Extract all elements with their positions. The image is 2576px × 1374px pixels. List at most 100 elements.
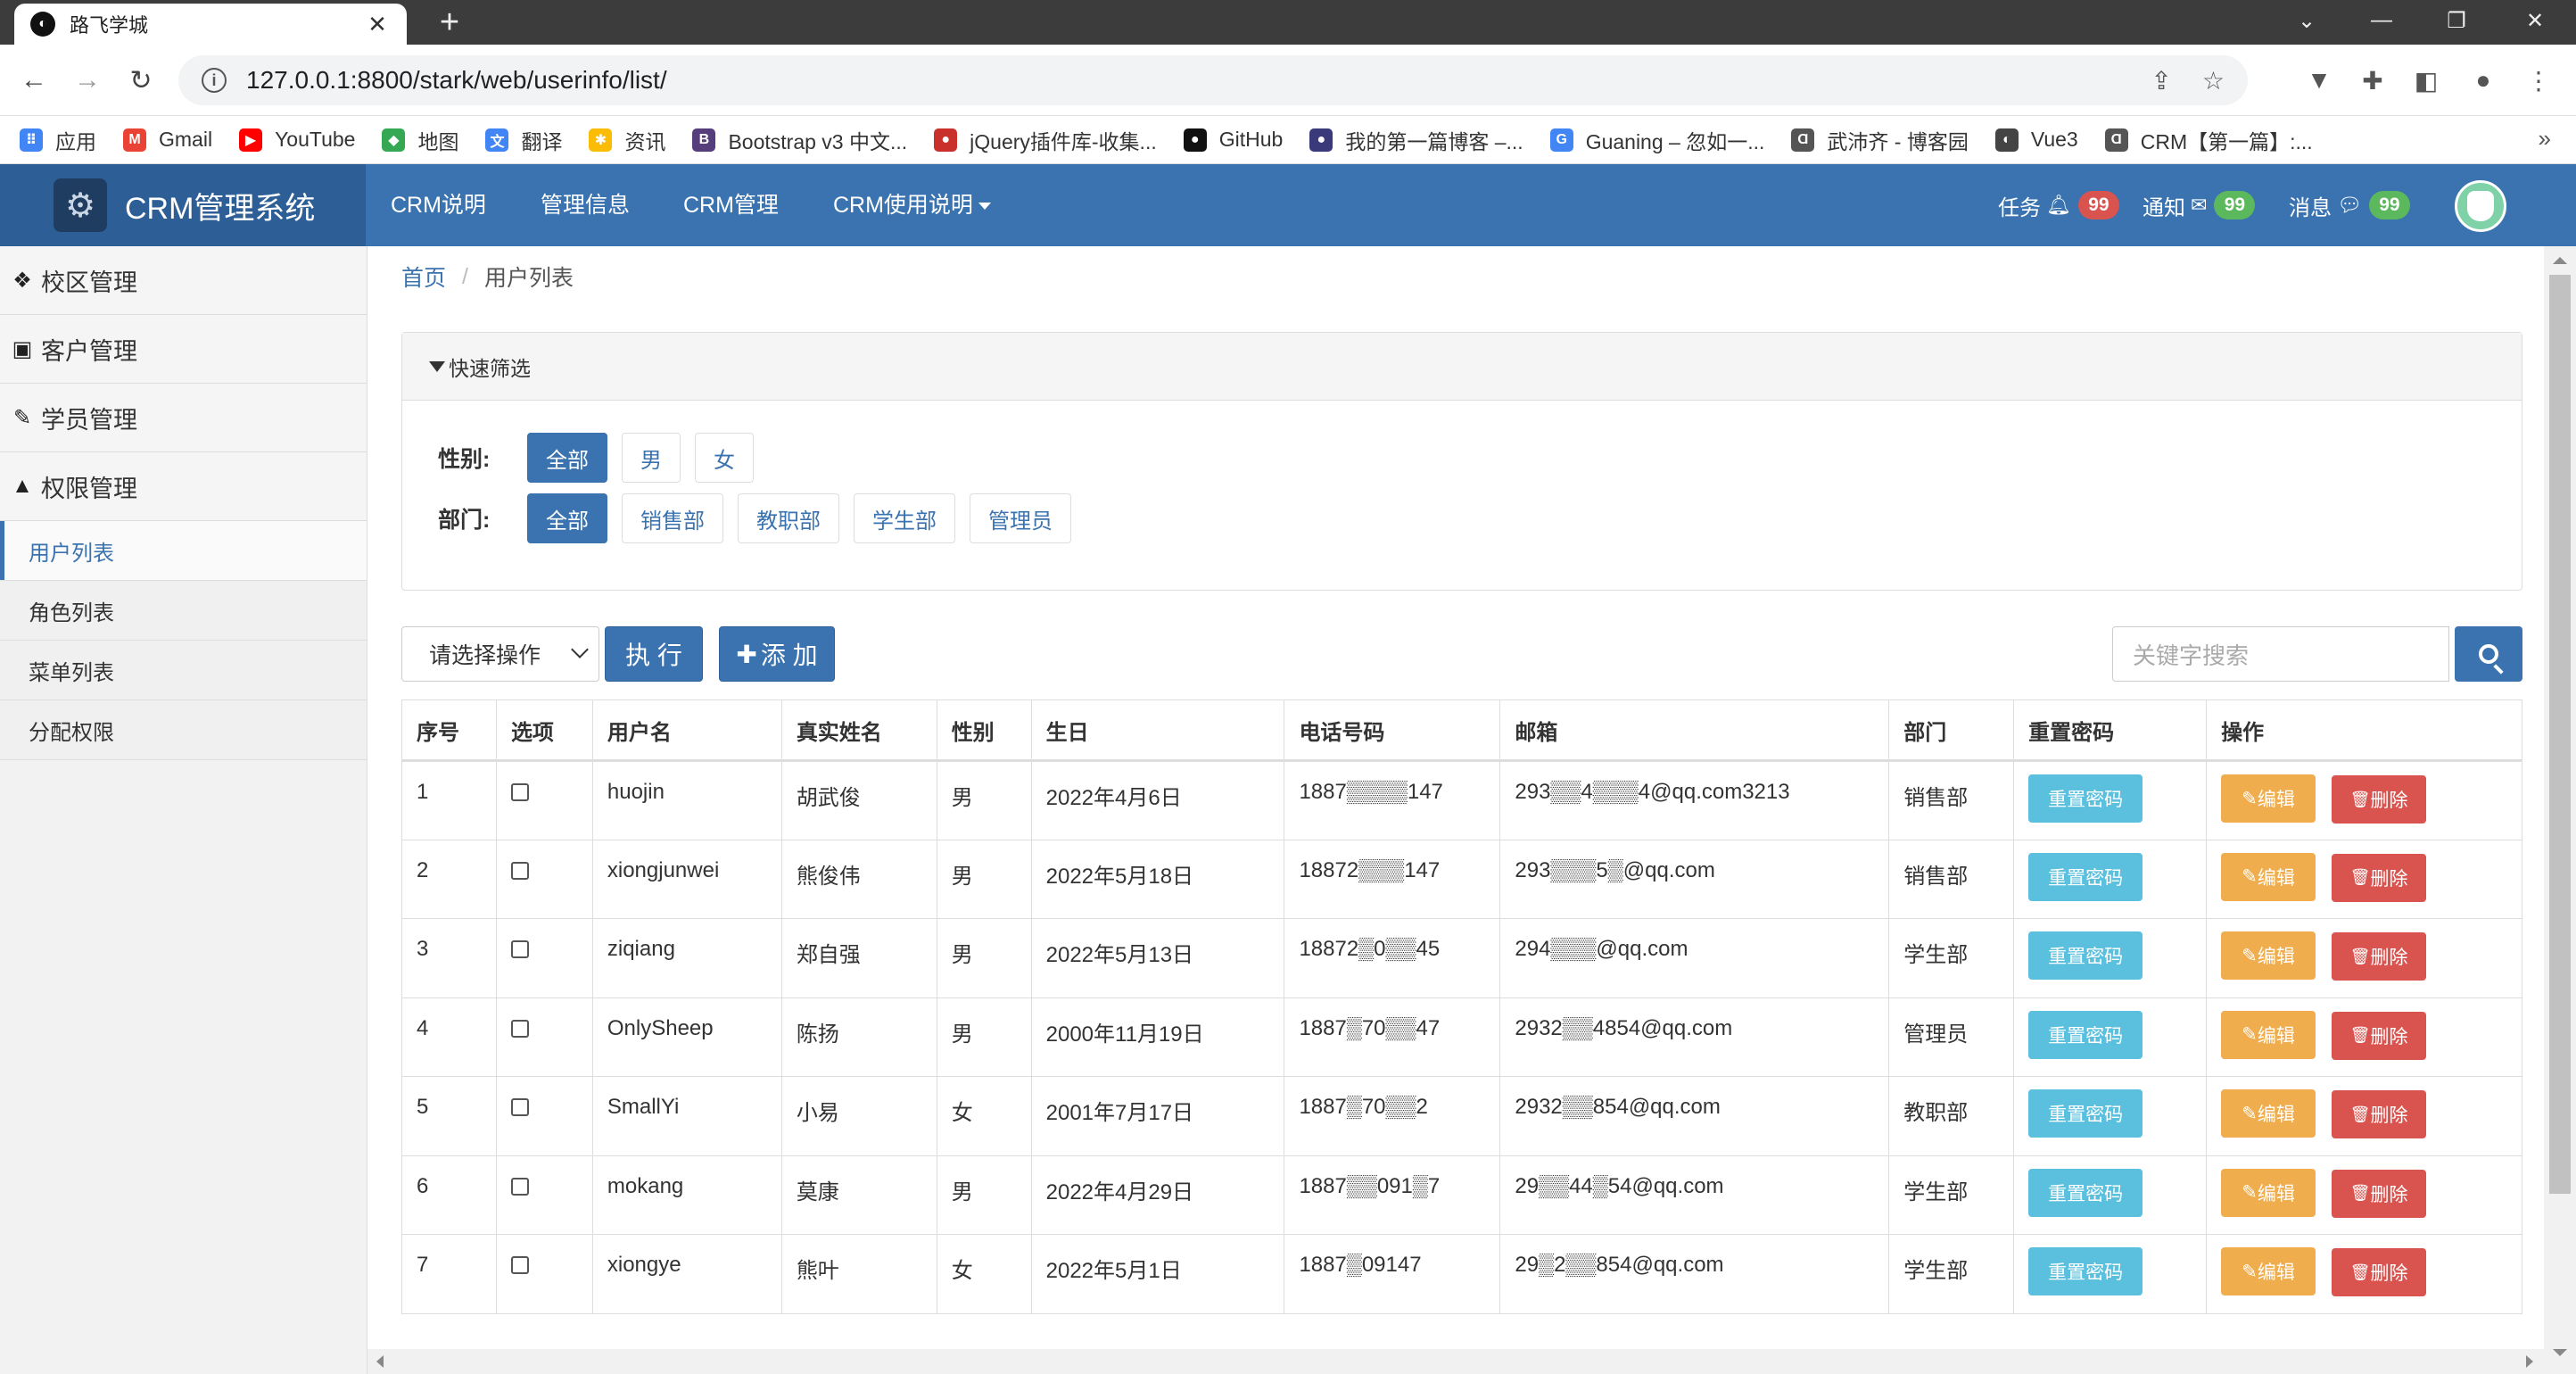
nav-crm-manage[interactable]: CRM管理 xyxy=(683,164,779,246)
bookmark-item[interactable]: 文翻译 xyxy=(485,125,562,155)
url-text[interactable]: 127.0.0.1:8800/stark/web/userinfo/list/ xyxy=(246,66,2120,95)
dept-filter-sales[interactable]: 销售部 xyxy=(622,493,723,543)
scroll-down-arrow-icon[interactable] xyxy=(2553,1349,2567,1356)
add-button[interactable]: ✚ 添 加 xyxy=(719,626,835,682)
row-checkbox[interactable] xyxy=(510,861,529,880)
sidebar-group-permission[interactable]: ▲ 权限管理 xyxy=(0,452,367,521)
omnibox[interactable]: i 127.0.0.1:8800/stark/web/userinfo/list… xyxy=(178,55,2248,105)
side-panel-icon[interactable]: ◧ xyxy=(2408,62,2444,98)
delete-button[interactable]: 🗑︎ 删除 xyxy=(2332,853,2427,902)
bookmark-item[interactable]: G Guaning – 忽如一... xyxy=(1549,125,1764,155)
vertical-scroll-thumb[interactable] xyxy=(2549,275,2571,1194)
keyword-search-input[interactable]: 关键字搜索 xyxy=(2112,626,2449,682)
row-checkbox[interactable] xyxy=(510,1256,529,1274)
share-icon[interactable]: ⇪ xyxy=(2151,66,2171,95)
edit-button[interactable]: ✎ 编辑 xyxy=(2221,774,2316,823)
dept-filter-admin[interactable]: 管理员 xyxy=(970,493,1071,543)
browser-menu-icon[interactable]: ⋮ xyxy=(2521,62,2556,98)
delete-button[interactable]: 🗑︎ 删除 xyxy=(2332,1248,2427,1296)
row-checkbox[interactable] xyxy=(510,1177,529,1196)
nav-crm-intro[interactable]: CRM说明 xyxy=(391,164,486,246)
edit-button[interactable]: ✎ 编辑 xyxy=(2221,1089,2316,1138)
close-tab-icon[interactable]: ✕ xyxy=(364,11,391,38)
delete-button[interactable]: 🗑︎ 删除 xyxy=(2332,775,2427,824)
edit-button[interactable]: ✎ 编辑 xyxy=(2221,1168,2316,1217)
brand[interactable]: ⚙ CRM管理系统 xyxy=(0,164,366,246)
sidebar-group-student[interactable]: ✎ 学员管理 xyxy=(0,384,367,452)
row-checkbox[interactable] xyxy=(510,783,529,801)
bookmark-item[interactable]: ● jQuery插件库-收集... xyxy=(934,125,1157,155)
batch-action-select[interactable]: 请选择操作 xyxy=(401,626,599,682)
edit-button[interactable]: ✎ 编辑 xyxy=(2221,931,2316,980)
edit-button[interactable]: ✎ 编辑 xyxy=(2221,1010,2316,1059)
reload-icon[interactable]: ↻ xyxy=(121,61,161,100)
forward-icon[interactable]: → xyxy=(68,61,107,100)
dept-filter-student[interactable]: 学生部 xyxy=(854,493,955,543)
extensions-puzzle-icon[interactable]: ✚ xyxy=(2355,62,2390,98)
delete-button[interactable]: 🗑︎ 删除 xyxy=(2332,1090,2427,1138)
scroll-right-arrow-icon[interactable] xyxy=(2526,1355,2533,1368)
reset-password-button[interactable]: 重置密码 xyxy=(2028,1247,2143,1295)
bookmark-item[interactable]: Ɑ CRM【第一篇】:... xyxy=(2104,125,2313,155)
row-checkbox[interactable] xyxy=(510,1098,529,1116)
bookmark-item[interactable]: ◆ 地图 xyxy=(382,125,458,155)
nav-manage-info[interactable]: 管理信息 xyxy=(541,164,630,246)
sidebar-group-campus[interactable]: ❖ 校区管理 xyxy=(0,246,367,315)
sidebar-group-customer[interactable]: ▣ 客户管理 xyxy=(0,315,367,384)
bookmark-star-icon[interactable]: ☆ xyxy=(2202,66,2225,95)
browser-tab[interactable]: ◐ 路飞学城 ✕ xyxy=(14,4,407,45)
tasks-link[interactable]: 任务 🔔︎ 99 xyxy=(1998,164,2119,246)
scroll-left-arrow-icon[interactable] xyxy=(376,1355,384,1368)
reset-password-button[interactable]: 重置密码 xyxy=(2028,1089,2143,1138)
reset-password-button[interactable]: 重置密码 xyxy=(2028,1010,2143,1059)
delete-button[interactable]: 🗑︎ 删除 xyxy=(2332,1169,2427,1218)
sidebar-item-user-list[interactable]: 用户列表 xyxy=(0,521,367,581)
dept-filter-teaching[interactable]: 教职部 xyxy=(738,493,839,543)
reset-password-button[interactable]: 重置密码 xyxy=(2028,1168,2143,1217)
horizontal-scrollbar[interactable] xyxy=(367,1349,2544,1374)
gender-filter-female[interactable]: 女 xyxy=(695,433,754,483)
bookmark-item[interactable]: B Bootstrap v3 中文... xyxy=(692,125,907,155)
gender-filter-male[interactable]: 男 xyxy=(622,433,681,483)
bookmark-item[interactable]: Ɑ 武沛齐 - 博客园 xyxy=(1791,125,1969,155)
bookmarks-overflow-icon[interactable]: » xyxy=(2539,125,2551,153)
edit-button[interactable]: ✎ 编辑 xyxy=(2221,1247,2316,1295)
bookmark-item[interactable]: ◐ Vue3 xyxy=(1994,128,2078,152)
restore-icon[interactable]: ❐ xyxy=(2419,0,2494,41)
user-avatar[interactable] xyxy=(2455,180,2506,232)
new-tab-icon[interactable]: + xyxy=(432,5,467,41)
profile-icon[interactable]: ● xyxy=(2465,62,2501,98)
notify-link[interactable]: 通知 ✉ 99 xyxy=(2143,164,2256,246)
minimize-icon[interactable]: — xyxy=(2344,0,2419,41)
site-info-icon[interactable]: i xyxy=(202,68,227,93)
search-button[interactable] xyxy=(2455,626,2522,682)
tab-search-icon[interactable]: ⌄ xyxy=(2269,0,2344,41)
bookmark-item[interactable]: ⠿ 应用 xyxy=(20,125,96,155)
bookmark-item[interactable]: ● GitHub xyxy=(1183,128,1283,152)
edit-button[interactable]: ✎ 编辑 xyxy=(2221,852,2316,901)
execute-button[interactable]: 执 行 xyxy=(605,626,703,682)
bookmark-item[interactable]: ✱ 资讯 xyxy=(589,125,665,155)
gender-filter-all[interactable]: 全部 xyxy=(527,433,607,483)
reset-password-button[interactable]: 重置密码 xyxy=(2028,852,2143,901)
sidebar-item-assign-permission[interactable]: 分配权限 xyxy=(0,700,367,760)
reset-password-button[interactable]: 重置密码 xyxy=(2028,774,2143,823)
delete-button[interactable]: 🗑︎ 删除 xyxy=(2332,932,2427,981)
reset-password-button[interactable]: 重置密码 xyxy=(2028,931,2143,980)
row-checkbox[interactable] xyxy=(510,1019,529,1038)
nav-crm-usage-dropdown[interactable]: CRM使用说明 xyxy=(833,164,991,246)
delete-button[interactable]: 🗑︎ 删除 xyxy=(2332,1011,2427,1060)
row-checkbox[interactable] xyxy=(510,940,529,958)
sidebar-item-menu-list[interactable]: 菜单列表 xyxy=(0,641,367,700)
bookmark-item[interactable]: ● 我的第一篇博客 –... xyxy=(1309,125,1523,155)
bookmark-item[interactable]: M Gmail xyxy=(123,128,212,152)
back-icon[interactable]: ← xyxy=(14,61,54,100)
sidebar-item-role-list[interactable]: 角色列表 xyxy=(0,581,367,641)
window-close-icon[interactable]: ✕ xyxy=(2498,0,2572,41)
messages-link[interactable]: 消息 💬︎ 99 xyxy=(2289,164,2410,246)
breadcrumb-home-link[interactable]: 首页 xyxy=(401,261,446,293)
dept-filter-all[interactable]: 全部 xyxy=(527,493,607,543)
scroll-up-arrow-icon[interactable] xyxy=(2553,257,2567,264)
vertical-scrollbar[interactable] xyxy=(2544,246,2576,1374)
extension-v-icon[interactable]: ▼ xyxy=(2301,62,2337,98)
